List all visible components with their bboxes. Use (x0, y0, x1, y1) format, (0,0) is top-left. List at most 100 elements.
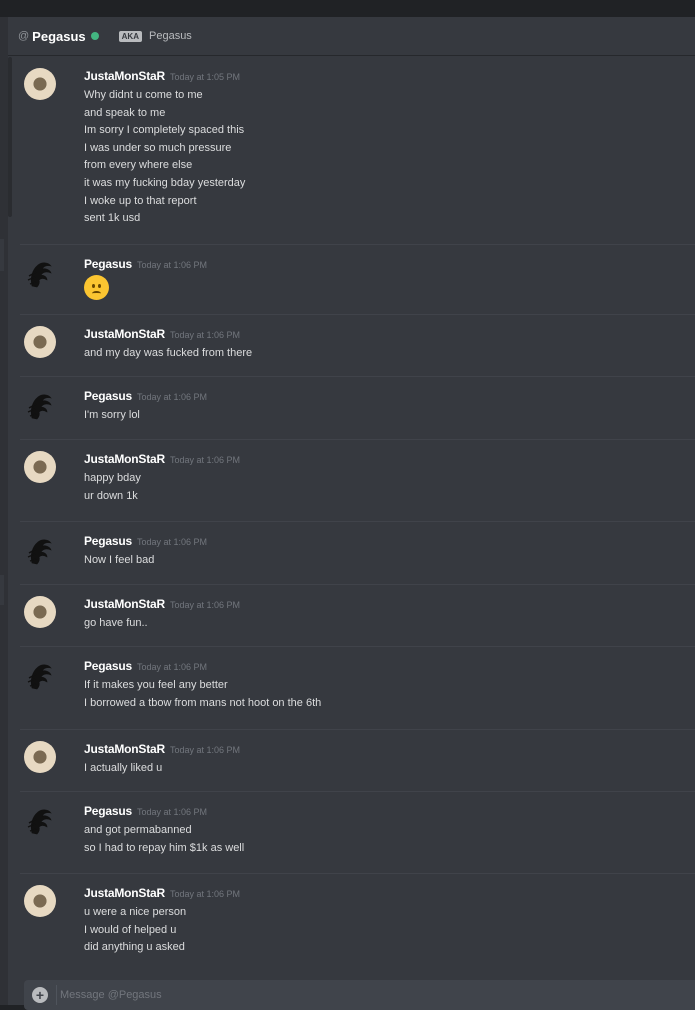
message-timestamp: Today at 1:06 PM (169, 889, 240, 900)
message-author[interactable]: Pegasus (84, 659, 132, 673)
message-body: If it makes you feel any better I borrowe… (84, 677, 695, 712)
message-author[interactable]: Pegasus (84, 534, 132, 548)
message-line: and speak to me (84, 106, 166, 119)
message-line: go have fun.. (84, 616, 148, 629)
message-header: JustaMonStaR Today at 1:06 PM (84, 597, 695, 611)
user-avatar[interactable] (24, 450, 56, 483)
message-line: I would of helped u (84, 923, 177, 936)
message-line: it was my fucking bday yesterday (84, 176, 246, 189)
window-titlebar (0, 0, 695, 17)
plus-circle-icon[interactable]: + (32, 987, 48, 1003)
message-timestamp: Today at 1:06 PM (136, 807, 208, 818)
pegasus-avatar[interactable] (24, 535, 56, 567)
message-author[interactable]: Pegasus (84, 257, 132, 271)
message-header: Pegasus Today at 1:06 PM (84, 257, 695, 271)
at-icon: @ (18, 30, 30, 42)
message-author[interactable]: JustaMonStaR (84, 886, 165, 900)
message-line: Why didnt u come to me (84, 89, 203, 101)
message-group[interactable]: Pegasus Today at 1:06 PM and got permabann… (20, 792, 695, 875)
user-avatar[interactable] (24, 68, 56, 100)
message-line: If it makes you feel any better (84, 679, 228, 692)
message-composer: + (24, 980, 695, 1010)
message-group[interactable]: Pegasus Today at 1:06 PM (20, 245, 695, 315)
message-timestamp: Today at 1:06 PM (169, 599, 240, 610)
online-status-icon (90, 32, 99, 40)
message-author[interactable]: Pegasus (84, 389, 132, 403)
sidebar-notch (0, 575, 4, 605)
message-timestamp: Today at 1:06 PM (169, 454, 240, 465)
message-body: Why didnt u come to me and speak to me Im … (84, 87, 695, 228)
message-group[interactable]: JustaMonStaR Today at 1:06 PM I actually l… (20, 730, 695, 793)
composer-divider (56, 985, 57, 1005)
message-header: JustaMonStaR Today at 1:06 PM (84, 327, 695, 341)
message-line: I'm sorry lol (84, 409, 140, 422)
message-timestamp: Today at 1:06 PM (136, 392, 208, 403)
message-group[interactable]: Pegasus Today at 1:06 PM I'm sorry lol (20, 377, 695, 440)
message-group[interactable]: JustaMonStaR Today at 1:05 PM Why didnt u … (20, 57, 695, 245)
frowning-face-icon (84, 274, 109, 300)
message-header: Pegasus Today at 1:06 PM (84, 659, 695, 673)
message-group[interactable]: JustaMonStaR Today at 1:06 PM go have fun.… (20, 585, 695, 648)
message-body: u were a nice person I would of helped u d… (84, 904, 695, 957)
message-author[interactable]: Pegasus (84, 804, 132, 818)
message-group[interactable]: JustaMonStaR Today at 1:06 PM happy bday ur… (20, 440, 695, 523)
message-body: and my day was fucked from there (84, 345, 695, 363)
message-header: Pegasus Today at 1:06 PM (84, 389, 695, 403)
message-body: happy bday ur down 1k (84, 470, 695, 505)
pegasus-avatar[interactable] (24, 258, 56, 290)
message-body: go have fun.. (84, 615, 695, 633)
message-timestamp: Today at 1:06 PM (136, 537, 208, 548)
message-author[interactable]: JustaMonStaR (84, 452, 165, 466)
message-line: I was under so much pressure (84, 141, 232, 154)
message-author[interactable]: JustaMonStaR (84, 597, 165, 611)
message-group[interactable]: JustaMonStaR Today at 1:06 PM and my day w… (20, 315, 695, 378)
message-body: I'm sorry lol (84, 407, 695, 425)
message-header: Pegasus Today at 1:06 PM (84, 804, 695, 818)
message-group[interactable]: Pegasus Today at 1:06 PM If it makes you f… (20, 647, 695, 730)
dm-recipient-name[interactable]: Pegasus (32, 29, 85, 44)
message-line: did anything u asked (84, 941, 185, 954)
message-timestamp: Today at 1:06 PM (169, 744, 240, 755)
message-input[interactable] (60, 989, 610, 1001)
message-timestamp: Today at 1:06 PM (136, 259, 208, 270)
message-timestamp: Today at 1:05 PM (169, 72, 240, 82)
user-avatar[interactable] (24, 885, 56, 918)
message-author[interactable]: JustaMonStaR (84, 742, 165, 756)
left-sidebar-edge (0, 17, 8, 1005)
message-body: I actually liked u (84, 760, 695, 778)
message-header: JustaMonStaR Today at 1:06 PM (84, 742, 695, 756)
message-header: JustaMonStaR Today at 1:06 PM (84, 452, 695, 466)
aka-badge: AKA (118, 30, 142, 42)
user-avatar[interactable] (24, 740, 56, 773)
pegasus-avatar[interactable] (24, 805, 56, 837)
message-group[interactable]: JustaMonStaR Today at 1:06 PM u were a nic… (20, 874, 695, 972)
user-avatar[interactable] (24, 595, 56, 628)
message-author[interactable]: JustaMonStaR (84, 69, 165, 83)
message-line: Now I feel bad (84, 554, 155, 567)
pegasus-avatar[interactable] (24, 660, 56, 692)
chat-panel: @ Pegasus AKA Pegasus JustaMonStaR Today … (8, 17, 695, 1010)
user-avatar[interactable] (24, 325, 56, 358)
message-header: JustaMonStaR Today at 1:06 PM (84, 886, 695, 900)
message-line: happy bday (84, 471, 141, 484)
message-timestamp: Today at 1:06 PM (169, 329, 240, 340)
message-body (84, 274, 695, 300)
message-body: and got permabanned so I had to repay him… (84, 822, 695, 857)
message-group[interactable]: Pegasus Today at 1:06 PM Now I feel bad (20, 522, 695, 585)
message-line: from every where else (84, 159, 193, 172)
message-author[interactable]: JustaMonStaR (84, 327, 165, 341)
message-line: I woke up to that report (84, 194, 197, 207)
message-line: u were a nice person (84, 906, 187, 919)
message-body: Now I feel bad (84, 552, 695, 570)
message-line: and my day was fucked from there (84, 346, 253, 359)
message-line: I actually liked u (84, 761, 163, 774)
message-list: JustaMonStaR Today at 1:05 PM Why didnt u … (8, 57, 695, 972)
message-line: I borrowed a tbow from mans not hoot on … (84, 696, 322, 709)
message-line: Im sorry I completely spaced this (84, 124, 245, 137)
message-line: sent 1k usd (84, 212, 141, 225)
dm-header: @ Pegasus AKA Pegasus (8, 17, 695, 56)
pegasus-avatar[interactable] (24, 390, 56, 422)
message-timestamp: Today at 1:06 PM (136, 662, 208, 673)
message-line: so I had to repay him $1k as well (84, 841, 245, 854)
message-line: and got permabanned (84, 824, 192, 837)
